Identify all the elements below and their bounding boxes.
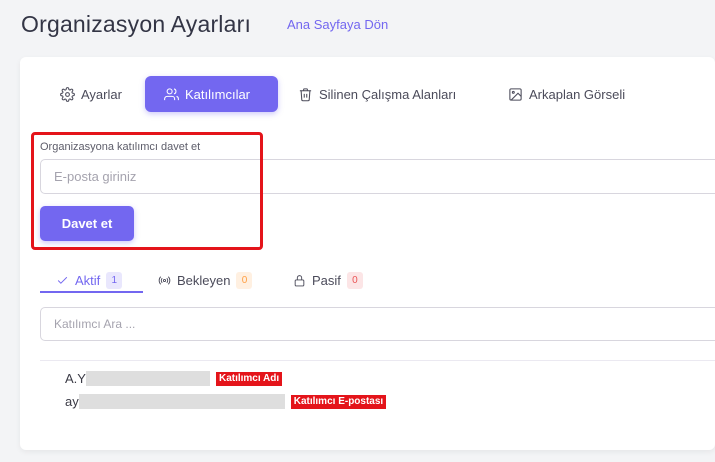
redacted-email (78, 394, 285, 409)
settings-card: Ayarlar Katılımcılar Silinen Çalışma Ala… (20, 57, 715, 450)
lock-icon (294, 274, 305, 286)
search-input[interactable] (40, 307, 715, 341)
email-annotation-label: Katılımcı E-postası (290, 394, 387, 409)
invite-button[interactable]: Davet et (40, 206, 134, 241)
page-title: Organizasyon Ayarları (21, 11, 252, 37)
image-icon (509, 87, 522, 101)
back-to-home-link[interactable]: Ana Sayfaya Dön (287, 17, 388, 32)
status-badge: 0 (236, 271, 253, 289)
gear-icon (60, 86, 75, 102)
tab-participants-label: Katılımcılar (185, 86, 251, 102)
tab-background-image[interactable]: Arkaplan Görseli (508, 76, 643, 112)
participant-email: ay Katılımcı E-postası (65, 394, 387, 409)
broadcast-icon (158, 275, 171, 285)
tab-deleted-workspaces[interactable]: Silinen Çalışma Alanları (298, 76, 478, 112)
tab-deleted-workspaces-label: Silinen Çalışma Alanları (319, 86, 457, 102)
tab-background-image-label: Arkaplan Görseli (529, 86, 626, 102)
name-annotation-label: Katılımcı Adı (215, 371, 283, 386)
status-badge: 0 (346, 271, 363, 289)
tab-settings[interactable]: Ayarlar (58, 76, 136, 112)
trash-icon (299, 87, 312, 101)
subtab-pending[interactable]: Bekleyen 0 (158, 267, 253, 293)
participant-name-text: A.Y (65, 371, 86, 386)
redacted-name (85, 371, 210, 386)
users-icon (164, 87, 179, 100)
subtab-pending-label: Bekleyen (177, 272, 231, 288)
participant-email-text: ay (65, 394, 79, 409)
status-badge: 1 (106, 271, 123, 289)
active-subtab-indicator (40, 291, 143, 293)
participant-name: A.Y Katılımcı Adı (65, 371, 283, 386)
email-field[interactable] (40, 159, 715, 194)
subtab-active-label: Aktif (75, 272, 101, 288)
tab-participants[interactable]: Katılımcılar (145, 76, 278, 112)
check-icon (57, 276, 68, 284)
invite-label: Organizasyona katılımcı davet et (40, 141, 201, 153)
subtab-passive-label: Pasif (312, 272, 341, 288)
subtab-active[interactable]: Aktif 1 (56, 267, 123, 293)
tab-settings-label: Ayarlar (81, 86, 122, 102)
divider (40, 360, 715, 361)
subtab-passive[interactable]: Pasif 0 (293, 267, 363, 293)
